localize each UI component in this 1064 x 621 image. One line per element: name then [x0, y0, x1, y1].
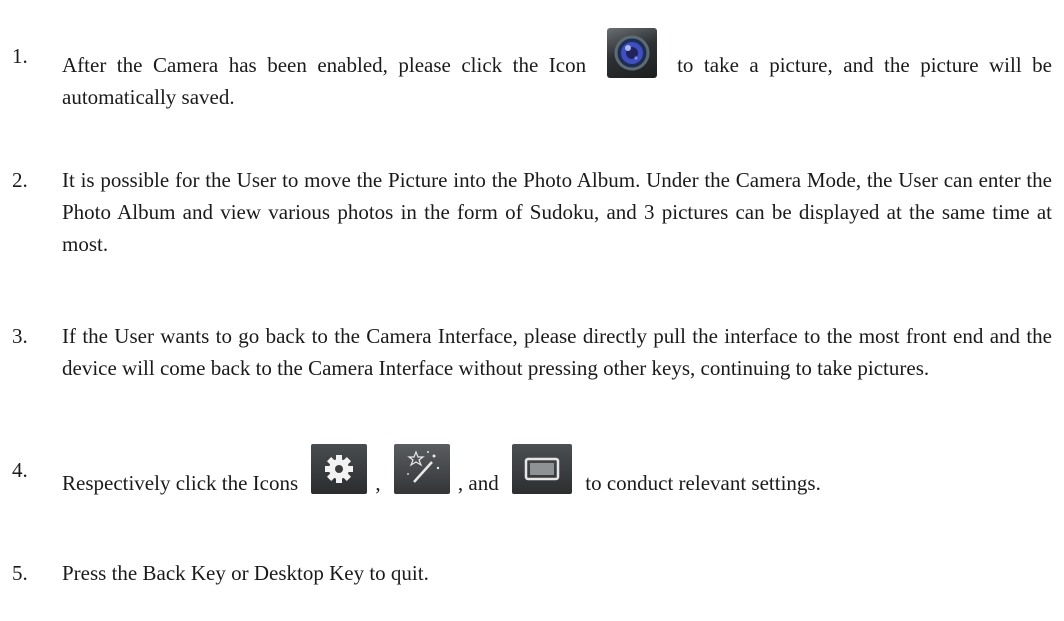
list-item-body: It is possible for the User to move the …	[62, 168, 1052, 256]
magic-wand-icon[interactable]	[393, 444, 450, 494]
item-separator: , and	[457, 471, 504, 495]
instructions-document: 1. After the Camera has been enabled, pl…	[0, 0, 1064, 621]
settings-gear-icon[interactable]	[311, 444, 368, 494]
list-item-1: 1. After the Camera has been enabled, pl…	[12, 28, 1052, 113]
list-item-body: Respectively click the Icons , , and to …	[62, 444, 1052, 499]
frame-icon[interactable]	[512, 444, 572, 494]
list-item-body: Press the Back Key or Desktop Key to qui…	[62, 561, 429, 585]
list-item-2: 2. It is possible for the User to move t…	[12, 164, 1052, 260]
list-item-3: 3. If the User wants to go back to the C…	[12, 320, 1052, 384]
list-item-body: If the User wants to go back to the Came…	[62, 324, 1052, 380]
list-number: 1.	[12, 44, 28, 68]
list-number: 2.	[12, 168, 28, 192]
list-number: 3.	[12, 324, 28, 348]
item-text: Respectively click the Icons	[62, 471, 304, 495]
item-text: After the Camera has been enabled, pleas…	[62, 53, 597, 77]
list-number: 4.	[12, 458, 28, 482]
list-item-5: 5. Press the Back Key or Desktop Key to …	[12, 557, 1052, 589]
item-separator: ,	[375, 471, 386, 495]
camera-lens-icon[interactable]	[606, 28, 657, 78]
item-text: to conduct relevant settings.	[580, 471, 821, 495]
list-number: 5.	[12, 561, 28, 585]
list-item-body: After the Camera has been enabled, pleas…	[62, 28, 1052, 113]
list-item-4: 4. Respectively click the Icons , , and …	[12, 444, 1052, 499]
